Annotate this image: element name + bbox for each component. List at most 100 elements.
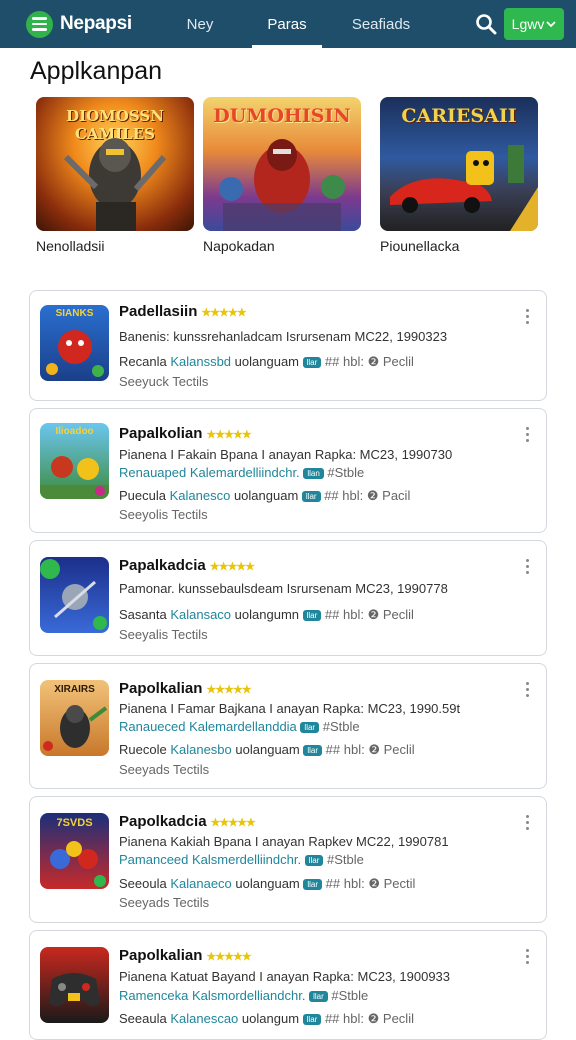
meta-tags: ## hbl: — [325, 742, 365, 757]
subline-link[interactable]: Ramenceka Kalsmordelliandchr. — [119, 988, 305, 1003]
meta-link[interactable]: Kalanaeco — [170, 876, 231, 891]
app-meta: Seeaula Kalanescao uolangum llar ## hbl:… — [119, 1011, 414, 1027]
meta-badge: llar — [302, 1014, 322, 1026]
subline-badge: llar — [309, 991, 328, 1003]
subline-link[interactable]: Renauaped Kalemardelliindchr. — [119, 465, 300, 480]
meta-text: uolanguam — [234, 354, 299, 369]
subline-link[interactable]: Ranaueced Kalemardellanddia — [119, 719, 297, 734]
more-options-icon[interactable] — [526, 682, 530, 697]
meta-link[interactable]: Kalanssbd — [170, 354, 231, 369]
meta-extra: Peclil — [383, 742, 415, 757]
app-description: Pianena I Famar Bajkana I anayan Rapka: … — [119, 701, 461, 716]
featured-thumbnail: CARIESAII — [380, 97, 538, 231]
meta-badge: llar — [302, 357, 322, 369]
app-card[interactable]: Papalkadcia ★★★★★ Pamonar. kunssebaulsdea… — [29, 540, 547, 656]
subline-tag: #Stble — [322, 719, 360, 734]
app-subline: Ranaueced Kalemardellanddia llar #Stble — [119, 719, 360, 734]
info-icon: ❷ — [366, 488, 379, 503]
star-rating: ★★★★★ — [206, 684, 251, 696]
info-icon: ❷ — [368, 876, 380, 891]
app-subline: Pamanceed Kalsmerdelliindchr. llar #Stbl… — [119, 852, 364, 867]
meta-tags: ## hbl: — [324, 607, 364, 622]
login-button[interactable]: Lgwv — [504, 8, 564, 40]
meta-link[interactable]: Kalanesco — [170, 488, 231, 503]
meta-text: uolanguam — [235, 876, 300, 891]
app-icon: XIRAIRS — [40, 680, 109, 756]
app-name: Papalkadcia ★★★★★ — [119, 557, 255, 574]
meta-badge: llar — [301, 491, 321, 503]
app-meta: Seeoula Kalanaeco uolanguam llar ## hbl:… — [119, 876, 415, 892]
app-name: Papalkolian ★★★★★ — [119, 425, 252, 442]
meta-badge: llar — [303, 879, 323, 891]
star-rating: ★★★★★ — [206, 429, 251, 441]
app-card[interactable]: SIANKS Padellasiin ★★★★★ Banenis: kunssre… — [29, 290, 547, 401]
more-options-icon[interactable] — [526, 309, 530, 324]
app-card[interactable]: Ilioadoo Papalkolian ★★★★★ Pianena I Faka… — [29, 408, 547, 533]
tab-seafiads[interactable]: Seafiads — [345, 0, 417, 48]
app-icon: SIANKS — [40, 305, 109, 381]
star-rating: ★★★★★ — [209, 561, 255, 573]
app-description: Banenis: kunssrehanladcam Isrursenam MC2… — [119, 329, 448, 344]
featured-item[interactable]: DUMOHISIN Napokadan — [203, 97, 363, 254]
app-description: Pamonar. kunssebaulsdeam Isrursenam MC23… — [119, 581, 448, 596]
subline-tag: #Stble — [331, 988, 369, 1003]
star-rating: ★★★★★ — [210, 817, 256, 829]
featured-thumbnail: DIOMOSSN CAMILES — [36, 97, 194, 231]
app-meta: Sasanta Kalansaco uolangumn llar ## hbl:… — [119, 607, 414, 623]
info-icon: ❷ — [367, 607, 380, 622]
menu-icon — [26, 10, 53, 38]
app-name-text: Papalkolian — [119, 425, 203, 442]
app-meta: Ruecole Kalanesbo uolanguam llar ## hbl:… — [119, 742, 415, 758]
chevron-down-icon — [546, 21, 556, 28]
meta-badge: llar — [303, 745, 323, 757]
meta-prefix: Sasanta — [119, 607, 167, 622]
featured-caption: Napokadan — [203, 238, 275, 254]
app-name-text: Padellasiin — [119, 303, 198, 320]
app-card[interactable]: 7SVDS Papolkadcia ★★★★★ Pianena Kakiah Bp… — [29, 796, 547, 923]
app-icon: Ilioadoo — [40, 423, 109, 499]
featured-item[interactable]: DIOMOSSN CAMILES Nenolladsii — [36, 97, 196, 254]
app-description: Pianena I Fakain Bpana I anayan Rapka: M… — [119, 447, 453, 462]
app-icon: 7SVDS — [40, 813, 109, 889]
info-icon: ❷ — [368, 742, 380, 757]
app-icon — [40, 947, 109, 1023]
brand-logo[interactable]: Nepapsi — [26, 10, 176, 38]
tab-ney[interactable]: Ney — [175, 0, 225, 48]
subline-badge: llar — [300, 722, 320, 734]
meta-extra: Peclil — [382, 607, 414, 622]
subline-link[interactable]: Pamanceed Kalsmerdelliindchr. — [119, 852, 301, 867]
meta-extra: Peclil — [382, 354, 414, 369]
app-footer: Seeyalis Tectils — [119, 627, 208, 642]
meta-tags: ## hbl: — [325, 876, 365, 891]
app-name-text: Papolkalian — [119, 947, 203, 964]
more-options-icon[interactable] — [526, 949, 530, 964]
app-name: Papolkalian ★★★★★ — [119, 680, 252, 697]
meta-prefix: Puecula — [119, 488, 166, 503]
top-nav-bar: Nepapsi Ney Paras Seafiads Lgwv — [0, 0, 576, 48]
app-icon — [40, 557, 109, 633]
meta-extra: Pectil — [383, 876, 416, 891]
app-footer: Seeyolis Tectils — [119, 507, 208, 522]
featured-item[interactable]: CARIESAII Piounellacka — [380, 97, 540, 254]
subline-badge: llar — [304, 855, 324, 867]
meta-text: uolanguam — [235, 742, 300, 757]
meta-badge: llar — [302, 610, 322, 622]
more-options-icon[interactable] — [526, 427, 530, 442]
meta-prefix: Recanla — [119, 354, 167, 369]
meta-prefix: Ruecole — [119, 742, 167, 757]
app-name: Papolkadcia ★★★★★ — [119, 813, 256, 830]
meta-link[interactable]: Kalanesbo — [170, 742, 231, 757]
app-name: Papolkalian ★★★★★ — [119, 947, 252, 964]
star-rating: ★★★★★ — [201, 307, 246, 319]
app-card[interactable]: XIRAIRS Papolkalian ★★★★★ Pianena I Famar… — [29, 663, 547, 789]
app-description: Pianena Katuat Bayand I anayan Rapka: MC… — [119, 969, 451, 984]
meta-link[interactable]: Kalansaco — [170, 607, 231, 622]
more-options-icon[interactable] — [526, 559, 530, 574]
featured-caption: Nenolladsii — [36, 238, 105, 254]
subline-tag: #Stble — [327, 852, 364, 867]
tab-paras[interactable]: Paras — [252, 0, 322, 48]
meta-tags: ## hbl: — [324, 488, 364, 503]
search-icon[interactable] — [474, 12, 498, 36]
more-options-icon[interactable] — [526, 815, 530, 830]
subline-badge: llan — [303, 468, 324, 480]
